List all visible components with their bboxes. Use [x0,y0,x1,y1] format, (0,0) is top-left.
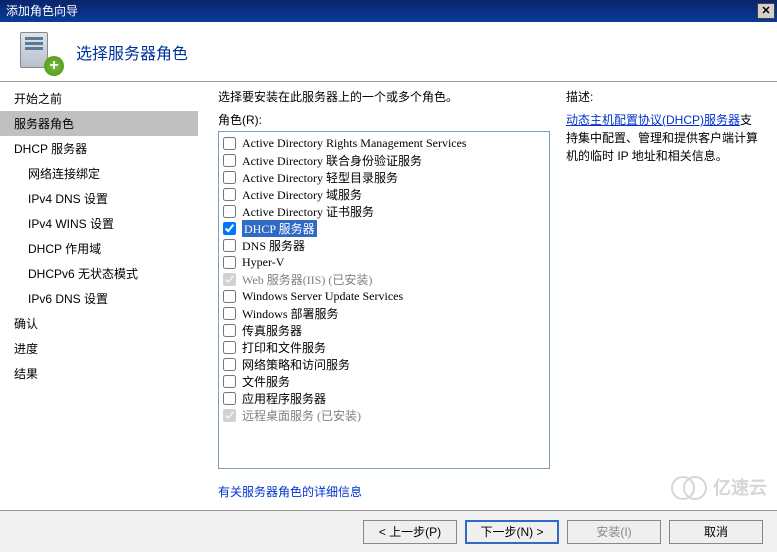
role-label: Active Directory 轻型目录服务 [242,169,398,186]
role-label: 传真服务器 [242,322,302,339]
role-label: Active Directory 证书服务 [242,203,374,220]
role-item: 远程桌面服务 (已安装) [221,407,547,424]
role-item[interactable]: Windows Server Update Services [221,288,547,305]
role-item[interactable]: Active Directory 证书服务 [221,203,547,220]
role-item[interactable]: Windows 部署服务 [221,305,547,322]
role-checkbox[interactable] [223,307,236,320]
role-checkbox [223,409,236,422]
sidebar-item[interactable]: IPv4 WINS 设置 [0,211,198,236]
body: 开始之前服务器角色DHCP 服务器网络连接绑定IPv4 DNS 设置IPv4 W… [0,82,777,510]
role-item[interactable]: 打印和文件服务 [221,339,547,356]
role-checkbox [223,273,236,286]
prev-button[interactable]: < 上一步(P) [363,520,457,544]
sidebar-item[interactable]: 确认 [0,311,198,336]
role-label: DHCP 服务器 [242,220,317,237]
roles-listbox[interactable]: Active Directory Rights Management Servi… [218,131,550,469]
sidebar-item[interactable]: DHCP 作用域 [0,236,198,261]
role-label: Active Directory 域服务 [242,186,362,203]
sidebar: 开始之前服务器角色DHCP 服务器网络连接绑定IPv4 DNS 设置IPv4 W… [0,82,198,510]
role-item[interactable]: Hyper-V [221,254,547,271]
role-item[interactable]: 传真服务器 [221,322,547,339]
main-panel: 选择要安装在此服务器上的一个或多个角色。 角色(R): Active Direc… [198,82,777,510]
role-label: 应用程序服务器 [242,390,326,407]
role-label: Windows 部署服务 [242,305,339,322]
role-checkbox[interactable] [223,222,236,235]
roles-label: 角色(R): [218,111,550,128]
next-button[interactable]: 下一步(N) > [465,520,559,544]
close-button[interactable]: ✕ [757,3,775,19]
role-item: Web 服务器(IIS) (已安装) [221,271,547,288]
description-label: 描述: [566,88,763,105]
description-panel: 描述: 动态主机配置协议(DHCP)服务器支持集中配置、管理和提供客户端计算机的… [566,88,763,504]
role-item[interactable]: Active Directory 联合身份验证服务 [221,152,547,169]
description-text: 动态主机配置协议(DHCP)服务器支持集中配置、管理和提供客户端计算机的临时 I… [566,111,763,165]
sidebar-item[interactable]: IPv6 DNS 设置 [0,286,198,311]
sidebar-item[interactable]: 服务器角色 [0,111,198,136]
role-item[interactable]: Active Directory 轻型目录服务 [221,169,547,186]
role-item[interactable]: DHCP 服务器 [221,220,547,237]
titlebar: 添加角色向导 ✕ [0,0,777,22]
role-label: Active Directory Rights Management Servi… [242,136,467,151]
role-label: Windows Server Update Services [242,289,403,304]
page-title: 选择服务器角色 [76,40,188,64]
role-item[interactable]: DNS 服务器 [221,237,547,254]
dhcp-link[interactable]: 动态主机配置协议(DHCP)服务器 [566,113,740,127]
window-title: 添加角色向导 [6,0,78,22]
role-label: 文件服务 [242,373,290,390]
role-checkbox[interactable] [223,375,236,388]
sidebar-item[interactable]: DHCP 服务器 [0,136,198,161]
role-label: Active Directory 联合身份验证服务 [242,152,422,169]
role-checkbox[interactable] [223,341,236,354]
more-info-link[interactable]: 有关服务器角色的详细信息 [218,483,550,500]
intro-text: 选择要安装在此服务器上的一个或多个角色。 [218,88,550,105]
role-item[interactable]: Active Directory 域服务 [221,186,547,203]
role-checkbox[interactable] [223,256,236,269]
role-item[interactable]: 网络策略和访问服务 [221,356,547,373]
role-checkbox[interactable] [223,137,236,150]
role-label: DNS 服务器 [242,237,305,254]
sidebar-item[interactable]: 开始之前 [0,86,198,111]
server-plus-icon: + [20,32,60,72]
role-checkbox[interactable] [223,392,236,405]
role-label: Hyper-V [242,255,284,270]
role-checkbox[interactable] [223,324,236,337]
role-checkbox[interactable] [223,290,236,303]
role-checkbox[interactable] [223,154,236,167]
role-item[interactable]: 应用程序服务器 [221,390,547,407]
cancel-button[interactable]: 取消 [669,520,763,544]
sidebar-item[interactable]: 结果 [0,361,198,386]
sidebar-item[interactable]: IPv4 DNS 设置 [0,186,198,211]
role-label: 远程桌面服务 (已安装) [242,407,361,424]
role-item[interactable]: 文件服务 [221,373,547,390]
role-checkbox[interactable] [223,205,236,218]
role-item[interactable]: Active Directory Rights Management Servi… [221,135,547,152]
footer: < 上一步(P) 下一步(N) > 安装(I) 取消 [0,510,777,552]
role-checkbox[interactable] [223,171,236,184]
role-label: 网络策略和访问服务 [242,356,350,373]
sidebar-item[interactable]: DHCPv6 无状态模式 [0,261,198,286]
center-column: 选择要安装在此服务器上的一个或多个角色。 角色(R): Active Direc… [218,88,550,504]
header: + 选择服务器角色 [0,22,777,82]
role-label: 打印和文件服务 [242,339,326,356]
sidebar-item[interactable]: 进度 [0,336,198,361]
role-checkbox[interactable] [223,239,236,252]
sidebar-item[interactable]: 网络连接绑定 [0,161,198,186]
role-label: Web 服务器(IIS) (已安装) [242,271,372,288]
role-checkbox[interactable] [223,358,236,371]
role-checkbox[interactable] [223,188,236,201]
install-button: 安装(I) [567,520,661,544]
